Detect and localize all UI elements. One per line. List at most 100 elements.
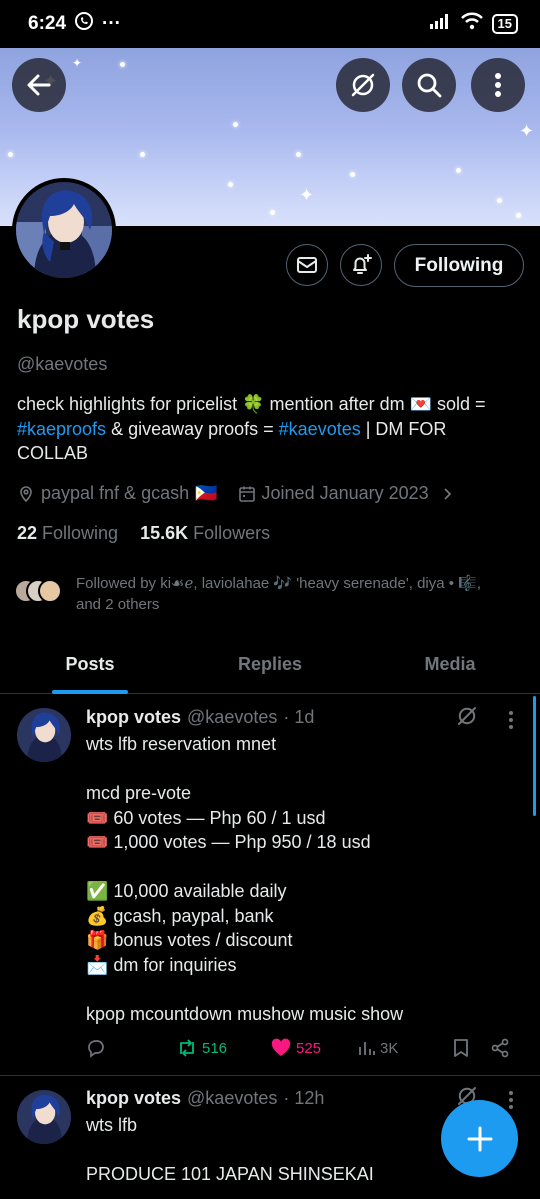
- battery-indicator: 15: [491, 14, 518, 34]
- avatar: [38, 579, 62, 603]
- post-line: kpop mcountdown mushow music show: [86, 1003, 404, 1024]
- post-actions: 516 525 3K: [86, 1038, 526, 1058]
- views-button[interactable]: 3K: [358, 1039, 452, 1057]
- tab-media[interactable]: Media: [360, 636, 540, 693]
- search-button[interactable]: [402, 58, 456, 112]
- share-button[interactable]: [490, 1038, 510, 1058]
- plus-icon: [467, 1126, 492, 1151]
- grok-button[interactable]: [336, 58, 390, 112]
- envelope-icon: [297, 257, 317, 273]
- repost-button[interactable]: 516: [176, 1038, 270, 1058]
- philippines-flag-emoji: 🇵🇭: [195, 483, 218, 503]
- more-options-button[interactable]: [471, 58, 525, 112]
- tab-posts[interactable]: Posts: [0, 636, 180, 694]
- post-line: ✅ 10,000 available daily: [86, 881, 287, 901]
- heart-filled-icon: [271, 1038, 291, 1056]
- share-icon: [491, 1038, 509, 1058]
- signal-icon: [429, 13, 452, 35]
- bell-plus-icon: [353, 254, 372, 274]
- profile-name: kpop votes: [17, 304, 155, 334]
- hashtag-link[interactable]: #kaevotes: [279, 419, 361, 439]
- profile-avatar[interactable]: [12, 178, 116, 282]
- more-vertical-icon: [495, 73, 501, 97]
- followers-count-link[interactable]: 15.6K Followers: [140, 523, 270, 544]
- post-time: · 12h: [283, 1088, 325, 1108]
- post[interactable]: kpop votes @kaevotes · 1d wts lfb reserv…: [0, 694, 540, 1074]
- post-header: kpop votes @kaevotes · 1d: [86, 707, 314, 728]
- chevron-right-icon[interactable]: [441, 487, 455, 501]
- compose-post-button[interactable]: [441, 1100, 518, 1177]
- following-count: 22: [17, 523, 38, 543]
- post-line: PRODUCE 101 JAPAN SHINSEKAI: [86, 1164, 374, 1184]
- mutual-avatars: [14, 579, 62, 603]
- avatar[interactable]: [17, 708, 71, 762]
- grok-icon: [351, 73, 375, 97]
- tab-replies[interactable]: Replies: [180, 636, 360, 693]
- post-line: [86, 757, 506, 782]
- post-line: 🎁 bonus votes / discount: [86, 930, 293, 950]
- follow-counts: 22 Following 15.6K Followers: [17, 523, 270, 544]
- search-icon: [417, 73, 442, 98]
- message-button[interactable]: [286, 244, 328, 286]
- followed-by[interactable]: Followed by ki☙ℯ, laviolahae 🎶 'heavy se…: [14, 573, 496, 615]
- following-label: Following: [42, 523, 119, 543]
- repost-icon: [180, 1039, 194, 1057]
- post-text: wts lfb reservation mnet mcd pre-vote 🎟️…: [86, 732, 506, 1026]
- like-count: 525: [296, 1039, 322, 1057]
- status-bar: 6:24 ··· 15: [0, 0, 540, 48]
- back-button[interactable]: [12, 58, 66, 112]
- location-text: paypal fnf & gcash: [41, 483, 190, 503]
- post-line: 💰 gcash, paypal, bank: [86, 905, 274, 926]
- views-chart-icon: [359, 1042, 375, 1055]
- location-pin-icon: [20, 485, 32, 502]
- reply-icon: [88, 1040, 104, 1058]
- profile-meta: paypal fnf & gcash 🇵🇭 Joined January 202…: [17, 483, 455, 504]
- notifications-button[interactable]: [340, 244, 382, 286]
- bookmark-icon: [454, 1039, 468, 1057]
- reply-button[interactable]: [86, 1038, 176, 1058]
- more-notifications-icon: ···: [102, 13, 122, 34]
- avatar[interactable]: [17, 1090, 71, 1144]
- post-author[interactable]: kpop votes: [86, 1088, 181, 1109]
- clover-emoji: 🍀: [242, 394, 265, 414]
- following-button[interactable]: Following: [394, 244, 524, 287]
- post-line: 📩 dm for inquiries: [86, 954, 237, 975]
- repost-count: 516: [202, 1039, 228, 1057]
- whatsapp-icon: [74, 11, 94, 37]
- bio-text: & giveaway proofs =: [106, 418, 279, 439]
- post-line: wts lfb reservation mnet: [86, 734, 277, 754]
- bio-text: sold =: [432, 394, 486, 414]
- profile-bio: check highlights for pricelist 🍀 mention…: [17, 392, 522, 466]
- post-line: [86, 977, 506, 1002]
- hashtag-link[interactable]: #kaeproofs: [17, 419, 106, 439]
- followers-label: Followers: [193, 523, 271, 543]
- love-letter-emoji: 💌: [409, 394, 433, 414]
- post-handle[interactable]: @kaevotes: [187, 707, 277, 728]
- joined-date: Joined January 2023: [261, 483, 429, 503]
- following-count-link[interactable]: 22 Following: [17, 523, 118, 544]
- post-time: · 1d: [283, 707, 315, 727]
- view-count: 3K: [380, 1039, 399, 1057]
- post-line: 🎟️ 60 votes — Php 60 / 1 usd: [86, 807, 326, 828]
- profile-tabs: Posts Replies Media: [0, 636, 540, 694]
- post-more-icon[interactable]: [508, 1090, 514, 1115]
- post-line: 🎟️ 1,000 votes — Php 950 / 18 usd: [86, 832, 371, 852]
- wifi-icon: [460, 12, 484, 36]
- bookmark-button[interactable]: [452, 1038, 490, 1058]
- like-button[interactable]: 525: [270, 1038, 358, 1058]
- post-author[interactable]: kpop votes: [86, 707, 181, 728]
- post-handle[interactable]: @kaevotes: [187, 1088, 277, 1109]
- grok-icon[interactable]: [455, 704, 479, 733]
- arrow-left-icon: [27, 74, 51, 96]
- post-line: mcd pre-vote: [86, 783, 192, 803]
- post-more-icon[interactable]: [508, 710, 514, 735]
- calendar-icon: [238, 486, 255, 502]
- status-time: 6:24: [28, 13, 67, 34]
- bio-text: check highlights for pricelist: [17, 394, 243, 414]
- followers-count: 15.6K: [140, 523, 189, 543]
- post-line: [86, 855, 506, 880]
- post-header: kpop votes @kaevotes · 12h: [86, 1088, 324, 1109]
- profile-handle: @kaevotes: [17, 354, 108, 374]
- followed-by-text: Followed by ki☙ℯ, laviolahae 🎶 'heavy se…: [76, 575, 482, 613]
- bio-text: mention after dm: [264, 394, 410, 414]
